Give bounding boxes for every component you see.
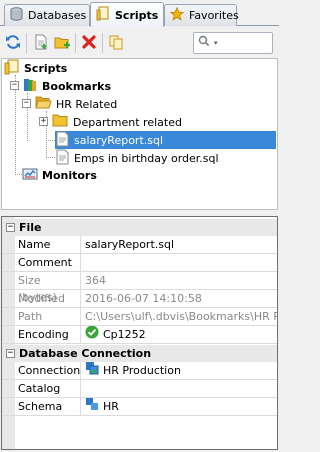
expand-icon[interactable]: + xyxy=(39,117,48,126)
tab-bar: Databases Scripts Favorites xyxy=(0,0,279,27)
tree-node-salary-report[interactable]: salaryReport.sql xyxy=(55,131,276,149)
tree-node-label: Bookmarks xyxy=(42,79,111,93)
new-file-icon xyxy=(33,34,49,53)
tree-node-emps-birthday[interactable]: Emps in birthday order.sql xyxy=(55,149,219,167)
tree-node-label: Scripts xyxy=(24,61,68,75)
tree-connector xyxy=(15,174,22,175)
section-file[interactable]: − File xyxy=(2,219,277,236)
property-label: Schema xyxy=(2,398,81,415)
sql-file-icon xyxy=(55,149,70,168)
search-box[interactable]: ▾ xyxy=(193,32,273,54)
tree-node-scripts[interactable]: Scripts xyxy=(4,59,67,77)
property-label: Modified xyxy=(2,290,81,307)
search-icon xyxy=(198,35,212,51)
property-value: 364 xyxy=(85,274,106,287)
property-label: Name xyxy=(2,236,81,253)
property-row-size: Size (bytes) 364 xyxy=(2,272,277,304)
tree-node-label: Monitors xyxy=(42,168,97,182)
property-label: Comment xyxy=(2,254,81,271)
property-row-schema[interactable]: Schema HR xyxy=(2,398,277,416)
property-row-catalog[interactable]: Catalog xyxy=(2,380,277,398)
connection-icon xyxy=(85,362,99,379)
tree-node-label: Department related xyxy=(73,115,182,129)
tree-node-hr-related[interactable]: HR Related xyxy=(35,95,117,113)
folder-icon xyxy=(52,113,69,131)
tree-node-monitors[interactable]: Monitors xyxy=(22,166,97,184)
database-icon xyxy=(10,7,23,24)
tab-label: Databases xyxy=(28,9,87,22)
property-label: Path xyxy=(2,308,81,325)
property-value: C:\Users\ulf\.dbvis\Bookmarks\HR R... xyxy=(85,310,277,323)
collapse-icon[interactable]: − xyxy=(10,81,19,90)
tab-label: Favorites xyxy=(189,9,239,22)
tree-connector xyxy=(46,157,55,158)
section-database-connection[interactable]: − Database Connection xyxy=(2,345,277,362)
new-script-button[interactable] xyxy=(31,33,51,53)
schema-icon xyxy=(85,398,99,415)
collapse-icon[interactable]: − xyxy=(6,223,15,232)
property-label: Connection xyxy=(2,362,81,379)
refresh-button[interactable] xyxy=(3,33,23,53)
new-folder-icon xyxy=(54,34,71,53)
property-value: salaryReport.sql xyxy=(85,238,175,251)
delete-button[interactable] xyxy=(79,33,99,53)
tree-node-label: salaryReport.sql xyxy=(74,133,164,147)
property-label: Catalog xyxy=(2,380,81,397)
property-value: HR xyxy=(103,400,119,413)
property-row-connection[interactable]: Connection HR Production xyxy=(2,362,277,380)
property-row-comment[interactable]: Comment xyxy=(2,254,277,272)
toolbar-separator xyxy=(26,33,27,53)
monitors-icon xyxy=(22,166,38,185)
property-row-path: Path C:\Users\ulf\.dbvis\Bookmarks\HR R.… xyxy=(2,308,277,326)
property-value: HR Production xyxy=(103,364,181,377)
bookmarks-icon xyxy=(22,77,38,96)
refresh-icon xyxy=(5,34,21,53)
tab-label: Scripts xyxy=(115,8,159,22)
property-value: 2016-06-07 14:10:58 xyxy=(85,292,202,305)
tree-connector xyxy=(15,75,16,175)
property-row-encoding[interactable]: Encoding Cp1252 xyxy=(2,326,277,344)
tree-node-bookmarks[interactable]: Bookmarks xyxy=(22,77,111,95)
tree-connector xyxy=(46,140,55,141)
property-value: Cp1252 xyxy=(103,328,146,341)
tree-node-label: HR Related xyxy=(56,97,118,111)
section-title: Database Connection xyxy=(19,347,152,360)
copy-icon xyxy=(108,34,124,53)
tree-node-label: Emps in birthday order.sql xyxy=(74,151,219,165)
chevron-down-icon[interactable]: ▾ xyxy=(214,39,218,47)
open-folder-icon xyxy=(35,95,52,113)
star-icon xyxy=(169,6,185,24)
check-icon xyxy=(85,326,99,343)
tree-node-department-related[interactable]: Department related xyxy=(52,113,182,131)
property-row-modified: Modified 2016-06-07 14:10:58 xyxy=(2,290,277,308)
search-input[interactable] xyxy=(219,36,270,50)
collapse-icon[interactable]: − xyxy=(6,349,15,358)
toolbar-separator xyxy=(75,33,76,53)
tab-favorites[interactable]: Favorites xyxy=(164,4,239,26)
properties-panel: − File Name salaryReport.sql Comment Siz… xyxy=(1,216,278,450)
toolbar: ▾ xyxy=(0,27,279,58)
scripts-folder-icon xyxy=(4,59,20,78)
property-row-name[interactable]: Name salaryReport.sql xyxy=(2,236,277,254)
scripts-folder-icon xyxy=(96,6,110,24)
toolbar-separator xyxy=(102,33,103,53)
property-label: Encoding xyxy=(2,326,81,343)
new-folder-button[interactable] xyxy=(52,33,72,53)
property-label: Size (bytes) xyxy=(2,272,81,304)
tab-scripts[interactable]: Scripts xyxy=(90,2,164,27)
copy-button[interactable] xyxy=(106,33,126,53)
scripts-tree: Scripts − Bookmarks − HR Related + Depar… xyxy=(1,58,278,210)
sql-file-icon xyxy=(55,131,70,150)
section-title: File xyxy=(19,221,42,234)
tab-databases[interactable]: Databases xyxy=(4,4,90,26)
delete-icon xyxy=(81,34,97,53)
collapse-icon[interactable]: − xyxy=(22,99,31,108)
